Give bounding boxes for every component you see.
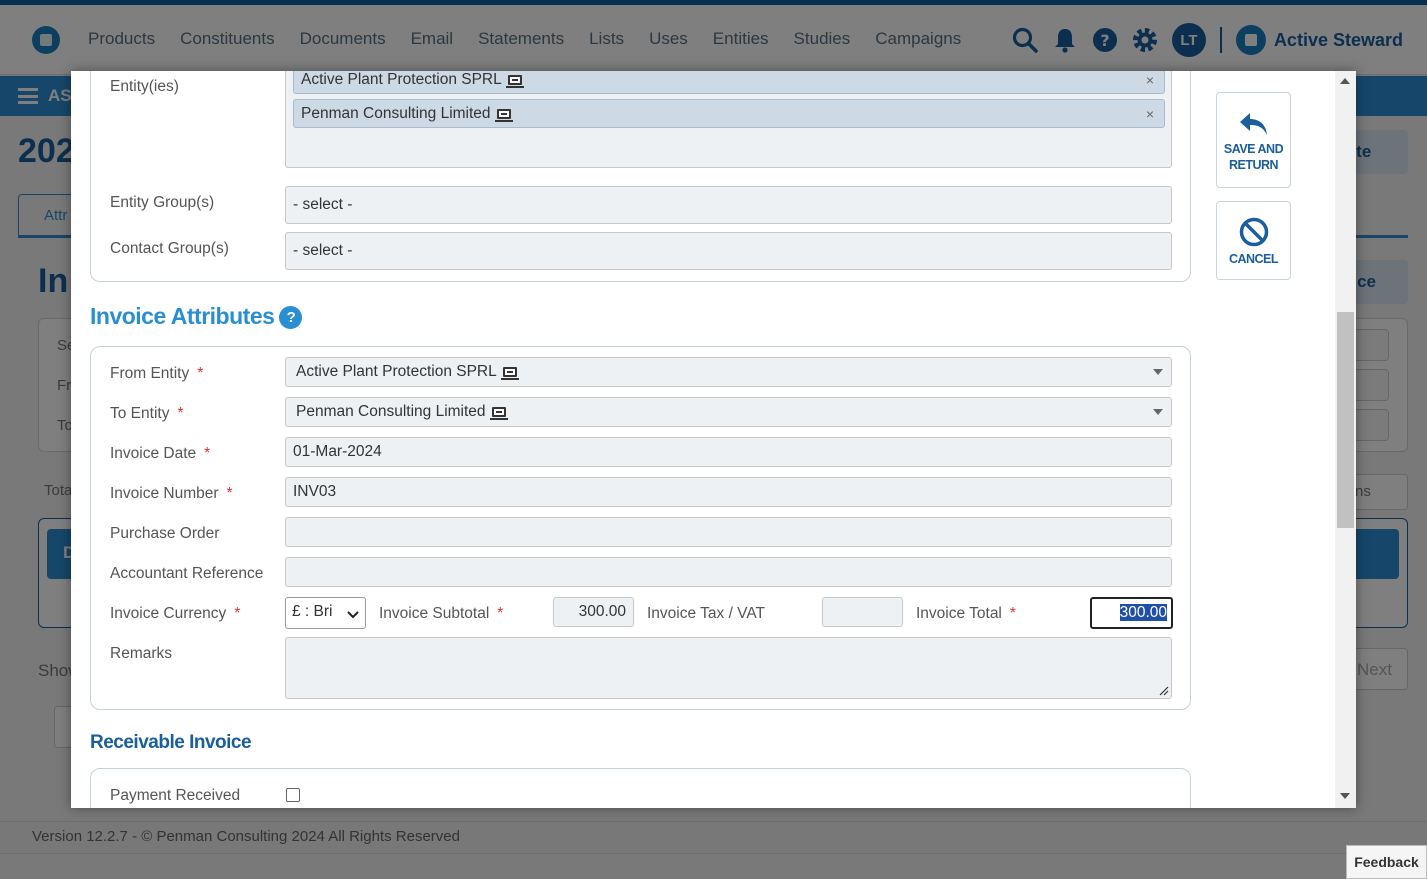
invoice-attributes-panel: From Entity * Active Plant Protection SPR… xyxy=(90,346,1191,710)
laptop-icon xyxy=(489,407,508,420)
invoice-subtotal-input[interactable]: 300.00 xyxy=(553,597,634,627)
invoice-date-input[interactable]: 01-Mar-2024 xyxy=(285,437,1172,467)
invoice-number-label-text: Invoice Number xyxy=(110,485,219,502)
purchase-order-input[interactable] xyxy=(285,517,1172,547)
required-mark: * xyxy=(497,605,504,622)
remarks-textarea[interactable] xyxy=(285,637,1172,699)
invoice-date-label-text: Invoice Date xyxy=(110,445,197,462)
contact-groups-label: Contact Group(s) xyxy=(110,240,229,257)
caret-down-icon xyxy=(1153,409,1163,415)
receivable-invoice-title: Receivable Invoice xyxy=(90,732,252,753)
chevron-down-icon xyxy=(347,607,359,625)
laptop-icon xyxy=(500,367,519,380)
invoice-edit-modal: Entity(ies) Active Plant Protection SPRL… xyxy=(71,71,1356,808)
invoice-total-label-text: Invoice Total xyxy=(916,605,1002,622)
scroll-down-icon[interactable] xyxy=(1340,793,1350,799)
payment-received-checkbox[interactable] xyxy=(286,788,300,802)
entity-groups-label: Entity Group(s) xyxy=(110,194,215,211)
invoice-attributes-title: Invoice Attributes? xyxy=(90,303,303,330)
entity-groups-select[interactable]: - select - xyxy=(285,186,1172,224)
invoice-subtotal-label-text: Invoice Subtotal xyxy=(379,605,490,622)
invoice-number-label: Invoice Number * xyxy=(110,485,233,503)
invoice-currency-label-text: Invoice Currency xyxy=(110,605,227,622)
to-entity-label: To Entity * xyxy=(110,405,184,423)
undo-arrow-icon xyxy=(1239,113,1267,135)
invoice-subtotal-label: Invoice Subtotal * xyxy=(379,605,503,623)
contact-groups-select[interactable]: - select - xyxy=(285,232,1172,270)
modal-scrollbar-thumb[interactable] xyxy=(1337,312,1354,528)
invoice-total-label: Invoice Total * xyxy=(916,605,1016,623)
resize-handle-icon[interactable] xyxy=(1159,686,1169,696)
from-entity-select[interactable]: Active Plant Protection SPRL xyxy=(285,357,1172,387)
invoice-tax-input[interactable] xyxy=(822,597,903,627)
invoice-number-input[interactable]: INV03 xyxy=(285,477,1172,507)
entity-tag-label: Active Plant Protection SPRL xyxy=(301,71,502,88)
invoice-date-label: Invoice Date * xyxy=(110,445,210,463)
accountant-reference-input[interactable] xyxy=(285,557,1172,587)
laptop-icon xyxy=(494,109,513,122)
invoice-tax-label: Invoice Tax / VAT xyxy=(647,605,766,622)
caret-down-icon xyxy=(1153,369,1163,375)
to-entity-label-text: To Entity xyxy=(110,405,170,422)
from-entity-label-text: From Entity xyxy=(110,365,190,382)
ban-icon xyxy=(1239,217,1268,247)
cancel-button[interactable]: CANCEL xyxy=(1216,201,1291,280)
remove-tag-icon[interactable]: × xyxy=(1146,72,1154,88)
entities-multiselect[interactable]: Active Plant Protection SPRL × Penman Co… xyxy=(285,71,1172,168)
from-entity-value: Active Plant Protection SPRL xyxy=(296,363,497,380)
invoice-currency-select[interactable]: £ : Bri xyxy=(285,597,366,629)
save-and-return-label-2: RETURN xyxy=(1228,158,1279,172)
remove-tag-icon[interactable]: × xyxy=(1146,106,1154,122)
payment-received-label: Payment Received xyxy=(110,787,241,804)
required-mark: * xyxy=(234,605,241,622)
save-and-return-button[interactable]: SAVE AND RETURN xyxy=(1216,92,1291,188)
receivable-invoice-panel: Payment Received xyxy=(90,768,1191,808)
entity-tag-label: Penman Consulting Limited xyxy=(301,105,491,122)
scroll-up-icon[interactable] xyxy=(1340,78,1350,84)
required-mark: * xyxy=(177,405,184,422)
entities-panel: Entity(ies) Active Plant Protection SPRL… xyxy=(90,71,1191,282)
accountant-reference-label: Accountant Reference xyxy=(110,565,264,582)
help-icon[interactable]: ? xyxy=(279,306,303,329)
entities-label: Entity(ies) xyxy=(110,78,179,95)
entity-tag: Active Plant Protection SPRL × xyxy=(293,71,1165,94)
remarks-label: Remarks xyxy=(110,645,173,662)
invoice-total-value: 300.00 xyxy=(1119,604,1167,621)
purchase-order-label: Purchase Order xyxy=(110,525,220,542)
save-and-return-label-1: SAVE AND xyxy=(1223,142,1284,156)
required-mark: * xyxy=(226,485,233,502)
invoice-currency-value: £ : Bri xyxy=(292,603,333,620)
required-mark: * xyxy=(204,445,211,462)
from-entity-label: From Entity * xyxy=(110,365,203,383)
feedback-button[interactable]: Feedback xyxy=(1346,845,1427,879)
invoice-attributes-title-text: Invoice Attributes xyxy=(90,303,275,329)
invoice-total-input[interactable]: 300.00 xyxy=(1090,597,1173,629)
entity-tag: Penman Consulting Limited × xyxy=(293,99,1165,128)
required-mark: * xyxy=(1009,605,1016,622)
required-mark: * xyxy=(197,365,204,382)
to-entity-select[interactable]: Penman Consulting Limited xyxy=(285,397,1172,427)
laptop-icon xyxy=(505,75,524,88)
to-entity-value: Penman Consulting Limited xyxy=(296,403,486,420)
invoice-currency-label: Invoice Currency * xyxy=(110,605,240,623)
cancel-label: CANCEL xyxy=(1228,252,1279,266)
